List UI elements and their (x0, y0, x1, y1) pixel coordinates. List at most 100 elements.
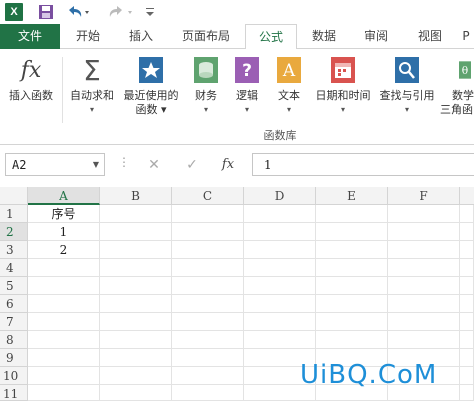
cell[interactable] (460, 295, 474, 313)
cell[interactable] (460, 385, 474, 401)
cell[interactable] (388, 205, 460, 223)
cell[interactable]: 2 (28, 241, 100, 259)
cell[interactable] (244, 259, 316, 277)
cell[interactable] (460, 367, 474, 385)
formula-input[interactable]: 1 (252, 153, 474, 176)
cell[interactable] (460, 349, 474, 367)
cell[interactable] (460, 223, 474, 241)
cell[interactable] (244, 295, 316, 313)
cell[interactable] (316, 205, 388, 223)
cell[interactable] (100, 313, 172, 331)
cell[interactable] (244, 331, 316, 349)
math-trig-button[interactable]: θ 数学 三角函 (440, 55, 474, 117)
formula-bar-grip[interactable]: ⋮ (118, 155, 130, 169)
column-header-e[interactable]: E (316, 187, 388, 205)
date-time-button[interactable]: 日期和时间 ▾ (312, 55, 374, 115)
tab-review[interactable]: 审阅 (351, 24, 401, 49)
row-header[interactable]: 9 (0, 349, 28, 367)
cell[interactable] (100, 385, 172, 401)
save-button[interactable] (37, 3, 55, 21)
cell[interactable] (172, 367, 244, 385)
column-header-f[interactable]: F (388, 187, 460, 205)
cell[interactable] (28, 367, 100, 385)
tab-insert[interactable]: 插入 (115, 24, 167, 49)
cell[interactable] (100, 277, 172, 295)
cell[interactable] (460, 259, 474, 277)
row-header[interactable]: 4 (0, 259, 28, 277)
cell[interactable]: 序号 (28, 205, 100, 223)
cell[interactable] (172, 223, 244, 241)
tab-formulas[interactable]: 公式 (245, 24, 297, 50)
cell[interactable] (28, 295, 100, 313)
insert-function-fx-button[interactable]: fx (217, 153, 239, 176)
cell[interactable] (100, 241, 172, 259)
cell[interactable] (100, 295, 172, 313)
insert-function-button[interactable]: fx 插入函数 (4, 55, 58, 103)
cell[interactable] (316, 277, 388, 295)
cell[interactable] (28, 385, 100, 401)
cell[interactable] (316, 259, 388, 277)
tab-view[interactable]: 视图 (404, 24, 456, 49)
cell[interactable] (100, 205, 172, 223)
row-header[interactable]: 11 (0, 385, 28, 401)
cell[interactable] (460, 241, 474, 259)
cell[interactable] (172, 295, 244, 313)
cell[interactable] (172, 349, 244, 367)
financial-button[interactable]: 财务 ▾ (188, 55, 224, 115)
autosum-button[interactable]: Σ 自动求和 ▾ (66, 54, 118, 115)
cell[interactable] (460, 205, 474, 223)
row-header[interactable]: 5 (0, 277, 28, 295)
name-box[interactable]: A2 ▼ (5, 153, 105, 176)
cell[interactable] (388, 223, 460, 241)
cell[interactable]: 1 (28, 223, 100, 241)
select-all-corner[interactable] (0, 187, 28, 205)
text-button[interactable]: A 文本 ▾ (272, 55, 306, 115)
undo-button[interactable] (65, 3, 91, 21)
cell[interactable] (460, 313, 474, 331)
cell[interactable] (460, 277, 474, 295)
cell[interactable] (316, 223, 388, 241)
cell[interactable] (172, 241, 244, 259)
enter-button[interactable]: ✓ (181, 153, 203, 176)
cell[interactable] (172, 331, 244, 349)
cell[interactable] (388, 259, 460, 277)
cell[interactable] (388, 241, 460, 259)
cell[interactable] (460, 331, 474, 349)
cell[interactable] (28, 313, 100, 331)
customize-qat-icon[interactable] (144, 3, 156, 21)
tab-home[interactable]: 开始 (64, 24, 112, 49)
cell[interactable] (244, 241, 316, 259)
cell[interactable] (172, 259, 244, 277)
tab-file[interactable]: 文件 (0, 24, 60, 49)
row-header[interactable]: 2 (0, 223, 28, 241)
cell[interactable] (244, 313, 316, 331)
cell[interactable] (316, 295, 388, 313)
tab-page-layout[interactable]: 页面布局 (170, 24, 242, 49)
cell[interactable] (316, 313, 388, 331)
cell[interactable] (244, 223, 316, 241)
cell[interactable] (244, 277, 316, 295)
recent-functions-button[interactable]: 最近使用的 函数 ▾ (120, 55, 182, 117)
row-header[interactable]: 7 (0, 313, 28, 331)
cell[interactable] (388, 313, 460, 331)
row-header[interactable]: 10 (0, 367, 28, 385)
tab-data[interactable]: 数据 (299, 24, 349, 49)
cell[interactable] (172, 277, 244, 295)
cell[interactable] (28, 277, 100, 295)
row-header[interactable]: 1 (0, 205, 28, 223)
cell[interactable] (100, 331, 172, 349)
cell[interactable] (172, 205, 244, 223)
cell[interactable] (28, 331, 100, 349)
cell[interactable] (28, 349, 100, 367)
cell[interactable] (388, 277, 460, 295)
logical-button[interactable]: ? 逻辑 ▾ (230, 55, 264, 115)
cell[interactable] (100, 349, 172, 367)
column-header-d[interactable]: D (244, 187, 316, 205)
cell[interactable] (388, 331, 460, 349)
cell[interactable] (28, 259, 100, 277)
cell[interactable] (172, 313, 244, 331)
cell[interactable] (316, 241, 388, 259)
cell[interactable] (316, 331, 388, 349)
column-header-a[interactable]: A (28, 187, 100, 205)
cell[interactable] (100, 259, 172, 277)
